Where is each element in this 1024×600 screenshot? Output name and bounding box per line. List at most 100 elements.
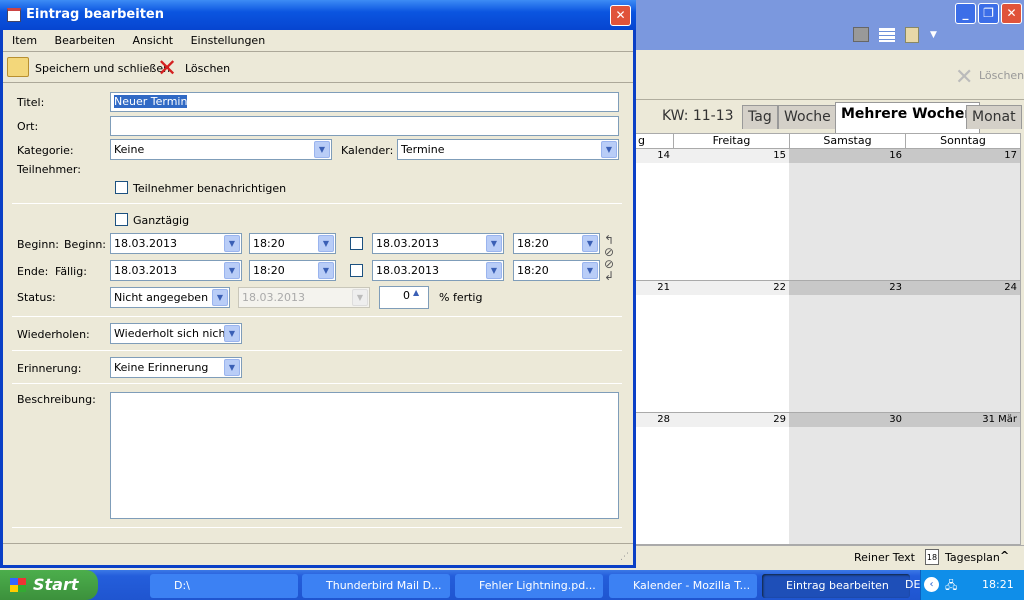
- end-date-select[interactable]: 18.03.2013 ▼: [110, 260, 242, 281]
- menu-item[interactable]: Einstellungen: [191, 34, 266, 47]
- tab-week[interactable]: Woche: [778, 105, 837, 129]
- start-time-select[interactable]: 18:20 ▼: [249, 233, 336, 254]
- chevron-down-icon: ▼: [582, 262, 598, 279]
- tab-day[interactable]: Tag: [742, 105, 778, 129]
- tab-month[interactable]: Monat: [966, 105, 1022, 129]
- chevron-up-icon[interactable]: ^: [1000, 549, 1009, 562]
- value: 18.03.2013: [114, 237, 177, 250]
- description-textarea[interactable]: [110, 392, 619, 519]
- day-plan-button[interactable]: Tagesplan: [945, 551, 1000, 564]
- end-time-select[interactable]: 18:20 ▼: [249, 260, 336, 281]
- day-cell[interactable]: 16: [789, 149, 906, 281]
- minimize-button[interactable]: _: [955, 3, 976, 24]
- day-cell[interactable]: 17: [905, 149, 1021, 281]
- value: 18.03.2013: [376, 264, 439, 277]
- taskbar-item-calendar[interactable]: Kalender - Mozilla T...: [609, 574, 757, 598]
- status-select[interactable]: Nicht angegeben ▼: [110, 287, 230, 308]
- notify-label: Teilnehmer benachrichtigen: [133, 182, 287, 195]
- main-delete-button[interactable]: Löschen: [979, 69, 1024, 82]
- address-book-icon[interactable]: [853, 27, 869, 42]
- dialog-statusbar: [3, 543, 633, 565]
- day-cell[interactable]: 15: [673, 149, 790, 281]
- allday-label: Ganztägig: [133, 214, 190, 227]
- repeat-select[interactable]: Wiederholt sich nicht ▼: [110, 323, 242, 344]
- column-header: Sonntag: [905, 133, 1021, 149]
- allday-checkbox[interactable]: [115, 213, 128, 226]
- save-close-button[interactable]: Speichern und schließen: [35, 62, 170, 75]
- title-label: Titel:: [17, 96, 45, 109]
- attendees-label: Teilnehmer:: [17, 163, 81, 176]
- chevron-left-icon[interactable]: ‹: [924, 577, 939, 592]
- plain-text-button[interactable]: Reiner Text: [854, 551, 915, 564]
- end-date2-select[interactable]: 18.03.2013 ▼: [372, 260, 504, 281]
- spin-up-icon[interactable]: ▲: [413, 288, 419, 297]
- notify-checkbox[interactable]: [115, 181, 128, 194]
- value: 18.03.2013: [114, 264, 177, 277]
- location-input[interactable]: [110, 116, 619, 136]
- chevron-down-icon: ▼: [318, 262, 334, 279]
- calendar-select[interactable]: Termine ▼: [397, 139, 619, 160]
- language-indicator[interactable]: DE: [905, 578, 920, 591]
- reminder-select[interactable]: Keine Erinnerung ▼: [110, 357, 242, 378]
- percent-spinner[interactable]: 0: [379, 286, 429, 309]
- taskbar-item-edit-event[interactable]: Eintrag bearbeiten: [762, 574, 910, 598]
- end-time2-select[interactable]: 18:20 ▼: [513, 260, 600, 281]
- menu-item[interactable]: Bearbeiten: [55, 34, 115, 47]
- category-value: Keine: [114, 143, 145, 156]
- restore-button[interactable]: ❐: [978, 3, 999, 24]
- category-select[interactable]: Keine ▼: [110, 139, 332, 160]
- day-cell[interactable]: 23: [789, 281, 906, 413]
- calendar-icon[interactable]: [879, 28, 895, 42]
- chevron-down-icon: ▼: [224, 325, 240, 342]
- menu-item[interactable]: Item: [12, 34, 37, 47]
- network-icon[interactable]: 🖧: [945, 577, 957, 596]
- day-number: 16: [789, 149, 905, 163]
- chevron-down-icon: ▼: [224, 359, 240, 376]
- chevron-down-icon: ▼: [212, 289, 228, 306]
- start-date2-select[interactable]: 18.03.2013 ▼: [372, 233, 504, 254]
- resize-grip-icon[interactable]: ⋰: [620, 552, 629, 562]
- dialog-close-button[interactable]: ✕: [610, 5, 631, 26]
- day-number: 24: [905, 281, 1020, 295]
- dialog-titlebar: Eintrag bearbeiten: [0, 0, 636, 30]
- category-label: Kategorie:: [17, 144, 74, 157]
- column-header: Samstag: [789, 133, 906, 149]
- day-number: 22: [673, 281, 789, 295]
- start-checkbox[interactable]: [350, 237, 363, 250]
- chevron-down-icon: ▼: [224, 262, 240, 279]
- dropdown-icon[interactable]: ▼: [930, 30, 937, 40]
- delete-button[interactable]: Löschen: [185, 62, 230, 75]
- calendar-label: Kalender:: [341, 144, 394, 157]
- status-label: Status:: [17, 291, 56, 304]
- tasks-icon[interactable]: [905, 27, 919, 43]
- calendar-value: Termine: [401, 143, 445, 156]
- day-number: 31 Mär: [905, 413, 1020, 427]
- day-cell[interactable]: 24: [905, 281, 1021, 413]
- value: 18:20: [253, 264, 285, 277]
- reminder-label: Erinnerung:: [17, 362, 82, 375]
- delete-icon: ✕: [157, 54, 178, 82]
- taskbar-item-explorer[interactable]: D:\: [150, 574, 298, 598]
- menu-item[interactable]: Ansicht: [132, 34, 173, 47]
- day-cell[interactable]: 31 Mär: [905, 413, 1021, 545]
- value: 18.03.2013: [376, 237, 439, 250]
- taskbar-item-thunderbird[interactable]: Thunderbird Mail D...: [302, 574, 450, 598]
- title-input[interactable]: Neuer Termin: [110, 92, 619, 112]
- percent-label: % fertig: [439, 291, 483, 304]
- day-cell[interactable]: 29: [673, 413, 790, 545]
- due-checkbox[interactable]: [350, 264, 363, 277]
- start-time2-select[interactable]: 18:20 ▼: [513, 233, 600, 254]
- day-cell[interactable]: 30: [789, 413, 906, 545]
- link-chain-icon[interactable]: ↰ ⊘ ⊘ ↲: [604, 234, 614, 282]
- day-cell[interactable]: 22: [673, 281, 790, 413]
- chevron-down-icon: ▼: [318, 235, 334, 252]
- value: 18:20: [517, 237, 549, 250]
- day-number: 15: [673, 149, 789, 163]
- start-date-select[interactable]: 18.03.2013 ▼: [110, 233, 242, 254]
- close-main-button[interactable]: ✕: [1001, 3, 1022, 24]
- delete-icon: ✕: [955, 65, 974, 90]
- start-label: Beginn:: [17, 238, 60, 251]
- chevron-down-icon: ▼: [582, 235, 598, 252]
- tab-multiweek[interactable]: Mehrere Wochen: [835, 102, 981, 133]
- taskbar-item-pdf[interactable]: Fehler Lightning.pd...: [455, 574, 603, 598]
